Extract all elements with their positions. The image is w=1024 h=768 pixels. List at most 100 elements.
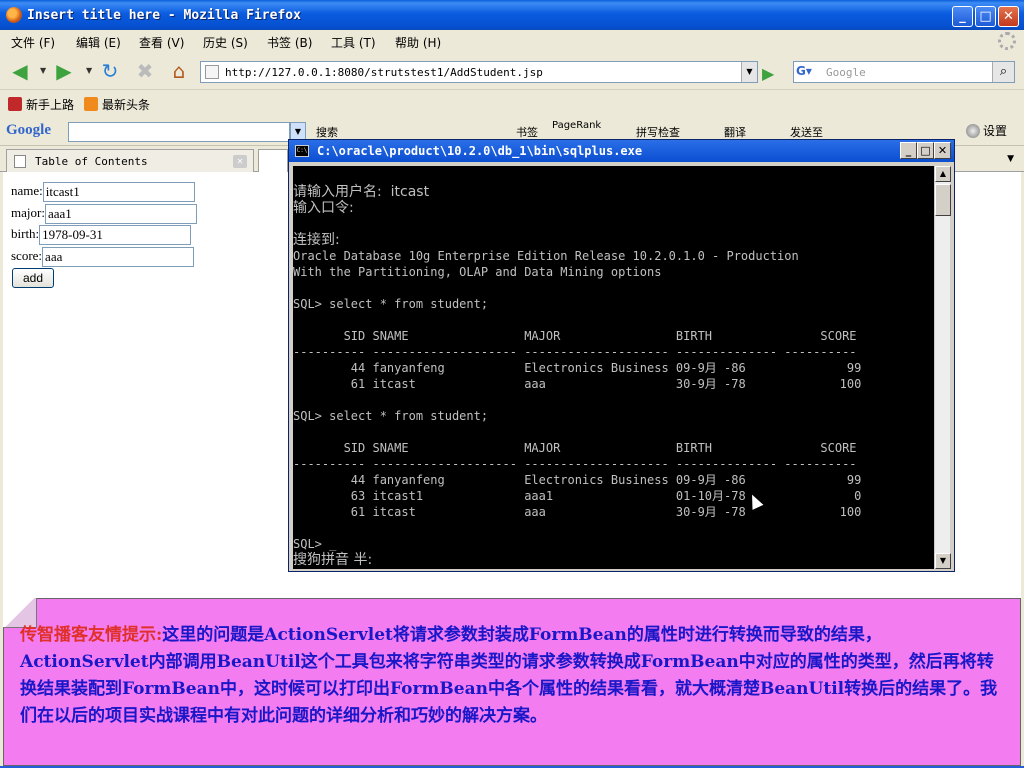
tip-text: 传智播客友情提示:这里的问题是ActionServlet将请求参数封装成Form… bbox=[20, 622, 1000, 730]
stop-icon[interactable]: ✖ bbox=[133, 60, 157, 82]
console-line: 44 fanyanfeng Electronics Business 09-9月… bbox=[293, 361, 862, 375]
url-dropdown-icon[interactable]: ▼ bbox=[741, 62, 757, 82]
google-pagerank-button[interactable]: PageRank bbox=[552, 120, 601, 131]
console-line: 请输入用户名: itcast bbox=[293, 184, 430, 200]
firefox-bookmark-icon bbox=[8, 97, 22, 111]
settings-label: 设置 bbox=[983, 124, 1008, 138]
console-line: 输入口令: bbox=[293, 200, 354, 216]
throbber-icon bbox=[998, 32, 1016, 50]
tab-current[interactable] bbox=[258, 149, 288, 172]
console-line: 44 fanyanfeng Electronics Business 09-9月… bbox=[293, 473, 862, 487]
menu-edit[interactable]: 编辑 (E) bbox=[76, 34, 121, 51]
tab-list-icon[interactable]: ▼ bbox=[1007, 154, 1014, 164]
sqlplus-console-window[interactable]: C:\ C:\oracle\product\10.2.0\db_1\bin\sq… bbox=[288, 139, 955, 572]
google-bookmarks-button[interactable]: 书签 bbox=[516, 124, 538, 140]
bookmark-label: 最新头条 bbox=[102, 98, 151, 112]
forward-icon[interactable]: ▶ bbox=[52, 60, 76, 82]
google-search-button[interactable]: 搜索 bbox=[316, 124, 338, 140]
menu-view[interactable]: 查看 (V) bbox=[139, 34, 184, 51]
menu-bookmarks[interactable]: 书签 (B) bbox=[267, 34, 312, 51]
birth-row: birth: bbox=[11, 225, 192, 245]
console-line: SID SNAME MAJOR BIRTH SCORE bbox=[293, 441, 857, 455]
bookmarks-toolbar: 新手上路 最新头条 bbox=[0, 90, 1024, 116]
birth-label: birth: bbox=[11, 225, 40, 241]
menu-bar: 文件 (F) 编辑 (E) 查看 (V) 历史 (S) 书签 (B) 工具 (T… bbox=[0, 30, 1024, 52]
major-row: major: bbox=[11, 204, 197, 224]
major-label: major: bbox=[11, 204, 45, 220]
console-line: Oracle Database 10g Enterprise Edition R… bbox=[293, 249, 799, 263]
console-line: SQL> select * from student; bbox=[293, 297, 489, 311]
console-line: SQL> select * from student; bbox=[293, 409, 489, 423]
close-button[interactable]: ✕ bbox=[998, 6, 1019, 27]
firefox-window: Insert title here - Mozilla Firefox _ □ … bbox=[0, 0, 1024, 768]
minimize-button[interactable]: _ bbox=[952, 6, 973, 27]
console-scrollbar[interactable]: ▲ ▼ bbox=[934, 166, 951, 569]
console-output[interactable]: 请输入用户名: itcast 输入口令: 连接到: Oracle Database 1… bbox=[293, 166, 934, 569]
firefox-icon bbox=[6, 7, 22, 23]
bookmark-getting-started[interactable]: 新手上路 bbox=[8, 96, 74, 113]
tip-body: 这里的问题是ActionServlet将请求参数封装成FormBean的属性时进… bbox=[20, 625, 998, 726]
scroll-up-icon[interactable]: ▲ bbox=[935, 166, 951, 182]
console-title: C:\oracle\product\10.2.0\db_1\bin\sqlplu… bbox=[317, 144, 643, 158]
google-settings-button[interactable]: 设置 bbox=[966, 122, 1007, 139]
console-line: SQL> _ bbox=[293, 537, 337, 551]
window-titlebar[interactable]: Insert title here - Mozilla Firefox _ □ … bbox=[0, 0, 1024, 30]
console-titlebar[interactable]: C:\ C:\oracle\product\10.2.0\db_1\bin\sq… bbox=[289, 140, 954, 162]
console-line: 61 itcast aaa 30-9月 -78 100 bbox=[293, 505, 862, 519]
search-bar[interactable]: G▾ Google ⌕ bbox=[793, 61, 1015, 83]
go-icon[interactable]: ▶ bbox=[762, 64, 774, 83]
rss-icon bbox=[84, 97, 98, 111]
console-line: 搜狗拼音 半: bbox=[293, 552, 373, 568]
tab-close-icon[interactable]: ✕ bbox=[233, 155, 247, 168]
google-logo: Google bbox=[6, 122, 51, 138]
tab-label: Table of Contents bbox=[35, 155, 148, 168]
google-spellcheck-button[interactable]: 拼写检查 bbox=[636, 124, 680, 140]
search-engine-icon[interactable]: G▾ bbox=[796, 64, 822, 80]
window-title: Insert title here - Mozilla Firefox bbox=[27, 8, 301, 23]
score-input[interactable] bbox=[42, 247, 195, 267]
back-icon[interactable]: ◀ bbox=[8, 60, 32, 82]
name-label: name: bbox=[11, 182, 43, 198]
menu-help[interactable]: 帮助 (H) bbox=[395, 34, 441, 51]
url-text[interactable]: http://127.0.0.1:8080/strutstest1/AddStu… bbox=[225, 66, 543, 79]
bookmark-latest-headlines[interactable]: 最新头条 bbox=[84, 96, 150, 113]
console-minimize-button[interactable]: _ bbox=[900, 142, 917, 159]
add-button[interactable]: add bbox=[12, 268, 54, 288]
forward-dropdown-icon[interactable]: ▼ bbox=[86, 66, 92, 75]
console-line: 61 itcast aaa 30-9月 -78 100 bbox=[293, 377, 862, 391]
score-label: score: bbox=[11, 247, 43, 263]
major-input[interactable] bbox=[44, 204, 197, 224]
name-row: name: bbox=[11, 182, 195, 202]
birth-input[interactable] bbox=[39, 225, 192, 245]
menu-file[interactable]: 文件 (F) bbox=[11, 34, 55, 51]
console-line: SID SNAME MAJOR BIRTH SCORE bbox=[293, 329, 857, 343]
reload-icon[interactable]: ↻ bbox=[98, 60, 122, 82]
console-app-icon: C:\ bbox=[295, 145, 309, 157]
console-line: ---------- -------------------- --------… bbox=[293, 457, 857, 471]
scroll-thumb[interactable] bbox=[935, 184, 951, 216]
google-translate-button[interactable]: 翻译 bbox=[724, 124, 746, 140]
menu-tools[interactable]: 工具 (T) bbox=[331, 34, 376, 51]
maximize-button[interactable]: □ bbox=[975, 6, 996, 27]
tip-label: 传智播客友情提示: bbox=[20, 625, 163, 645]
google-search-input[interactable] bbox=[68, 122, 290, 142]
score-row: score: bbox=[11, 247, 195, 267]
back-dropdown-icon[interactable]: ▼ bbox=[40, 66, 46, 75]
google-sendto-button[interactable]: 发送至 bbox=[790, 124, 823, 140]
console-line: 63 itcast1 aaa1 01-10月-78 0 bbox=[293, 489, 862, 503]
home-icon[interactable]: ⌂ bbox=[167, 60, 191, 82]
settings-icon bbox=[966, 124, 980, 138]
search-placeholder[interactable]: Google bbox=[826, 66, 866, 79]
tab-table-of-contents[interactable]: Table of Contents ✕ bbox=[6, 149, 254, 172]
page-icon bbox=[14, 155, 26, 168]
name-input[interactable] bbox=[42, 182, 195, 202]
console-line: With the Partitioning, OLAP and Data Min… bbox=[293, 265, 662, 279]
page-favicon-icon bbox=[205, 65, 219, 79]
menu-history[interactable]: 历史 (S) bbox=[203, 34, 248, 51]
bookmark-label: 新手上路 bbox=[26, 98, 75, 112]
search-icon[interactable]: ⌕ bbox=[992, 62, 1014, 82]
console-maximize-button[interactable]: □ bbox=[917, 142, 934, 159]
scroll-down-icon[interactable]: ▼ bbox=[935, 553, 951, 569]
console-close-button[interactable]: ✕ bbox=[934, 142, 951, 159]
address-bar[interactable]: http://127.0.0.1:8080/strutstest1/AddStu… bbox=[200, 61, 758, 83]
